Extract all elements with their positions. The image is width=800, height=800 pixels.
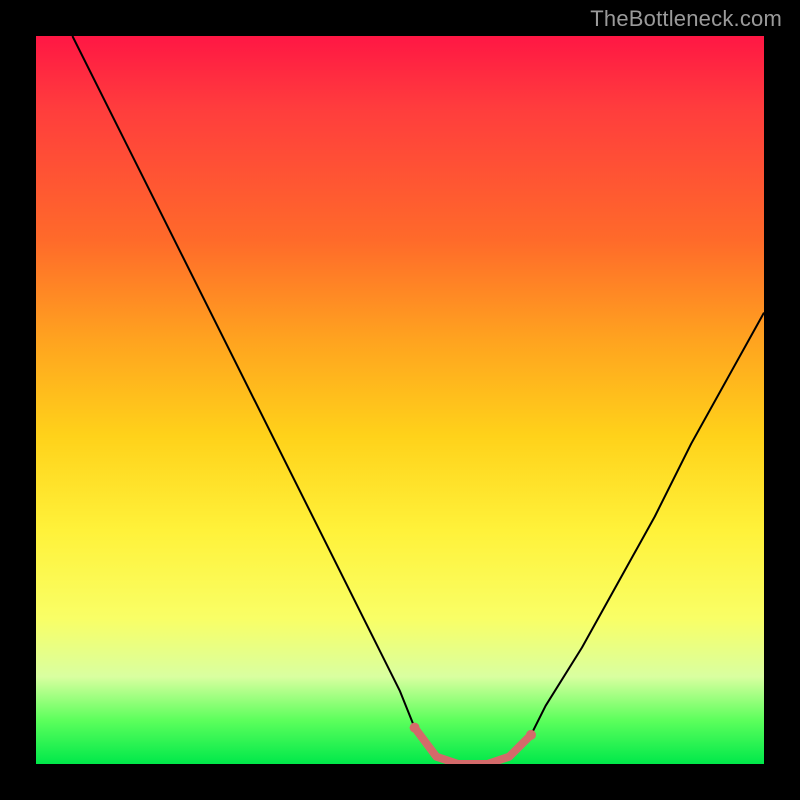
chart-frame: TheBottleneck.com (0, 0, 800, 800)
chart-plot-area (36, 36, 764, 764)
series-highlight-cap (410, 723, 420, 733)
chart-series-group (72, 36, 764, 764)
series-curve (72, 36, 764, 764)
watermark-text: TheBottleneck.com (590, 6, 782, 32)
series-highlight (415, 728, 531, 764)
series-highlight-cap (526, 730, 536, 740)
chart-svg (36, 36, 764, 764)
